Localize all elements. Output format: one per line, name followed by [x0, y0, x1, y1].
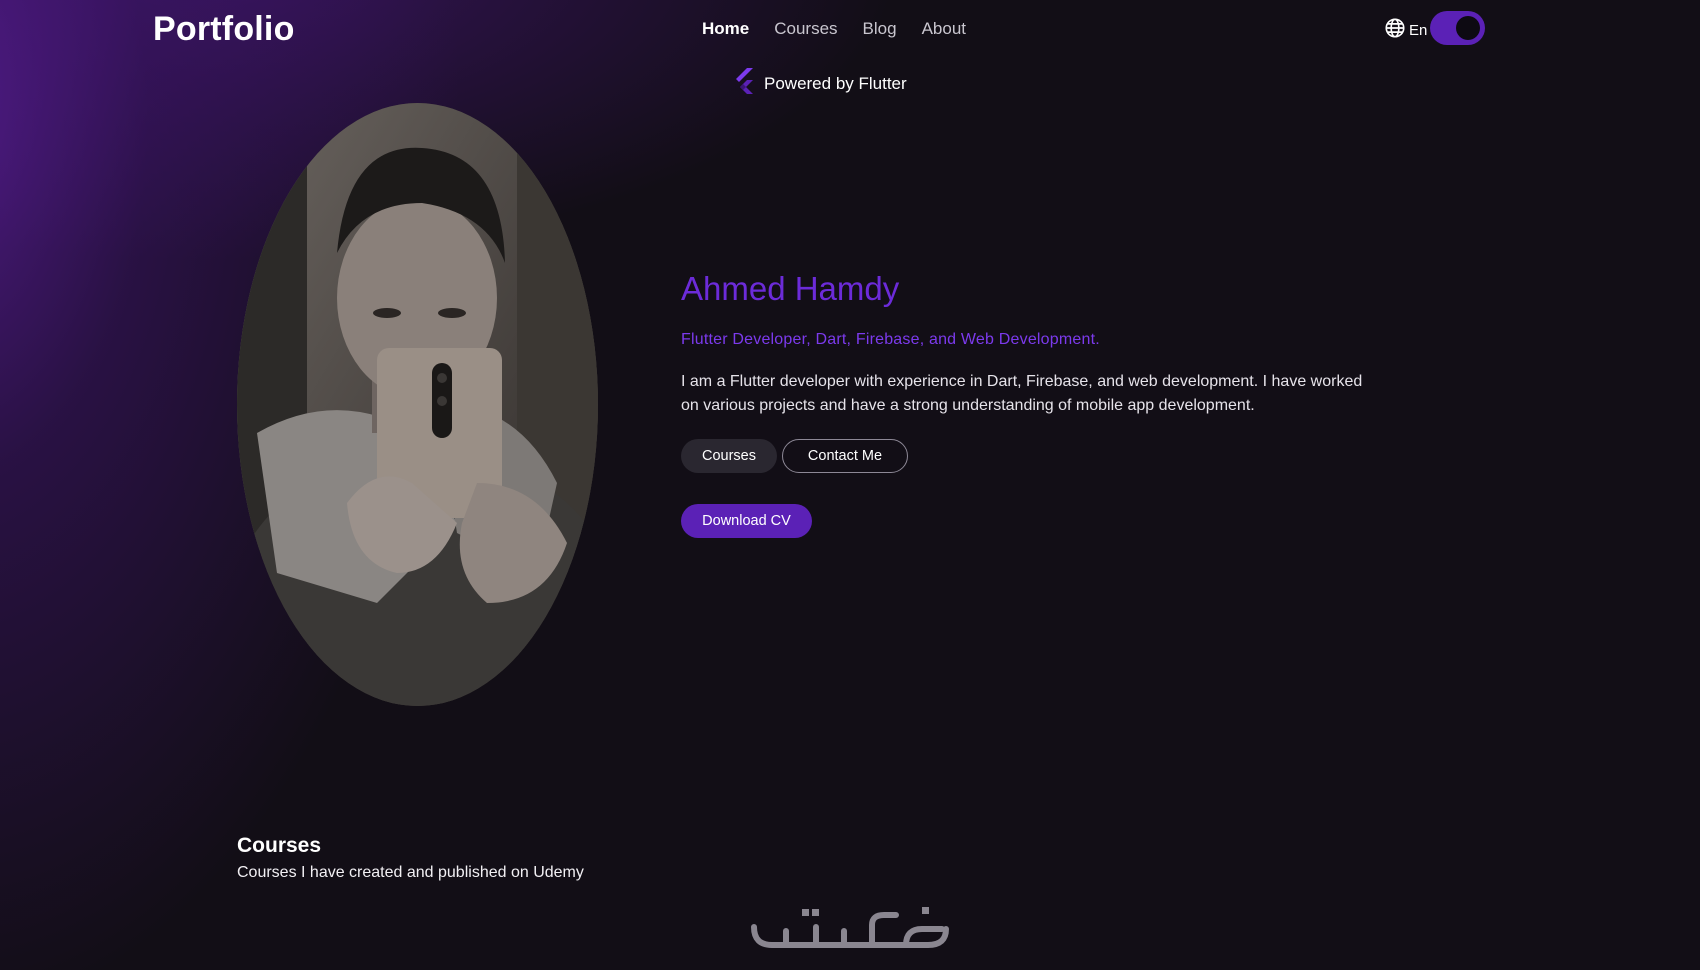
- hero-name: Ahmed Hamdy: [681, 270, 900, 307]
- khamsat-watermark-logo: [746, 905, 954, 955]
- courses-section-title: Courses: [237, 834, 322, 857]
- powered-by-label: Powered by Flutter: [764, 73, 907, 93]
- brand-logo[interactable]: Portfolio: [153, 10, 295, 49]
- contact-me-button[interactable]: Contact Me: [782, 439, 908, 473]
- hero-actions: Courses Contact Me: [681, 439, 908, 473]
- globe-icon: [1384, 17, 1406, 43]
- hero-bio: I am a Flutter developer with experience…: [681, 373, 1363, 414]
- nav-home[interactable]: Home: [702, 19, 749, 39]
- language-label: En: [1409, 21, 1428, 39]
- language-switcher[interactable]: En: [1384, 17, 1427, 43]
- theme-toggle[interactable]: [1430, 11, 1485, 45]
- download-cv-button[interactable]: Download CV: [681, 504, 812, 538]
- nav-blog[interactable]: Blog: [863, 19, 897, 39]
- profile-photo: [237, 103, 598, 706]
- flutter-logo-icon: [733, 68, 755, 99]
- nav-about[interactable]: About: [922, 19, 966, 39]
- main-nav: Home Courses Blog About: [702, 19, 966, 39]
- courses-button[interactable]: Courses: [681, 439, 777, 473]
- powered-by-badge: Powered by Flutter: [733, 68, 907, 99]
- hero-tagline: Flutter Developer, Dart, Firebase, and W…: [681, 331, 1100, 348]
- toggle-knob: [1456, 16, 1480, 40]
- courses-section-subtitle: Courses I have created and published on …: [237, 864, 584, 881]
- nav-courses[interactable]: Courses: [774, 19, 837, 39]
- portfolio-page: Portfolio Home Courses Blog About En Pow…: [0, 0, 1700, 970]
